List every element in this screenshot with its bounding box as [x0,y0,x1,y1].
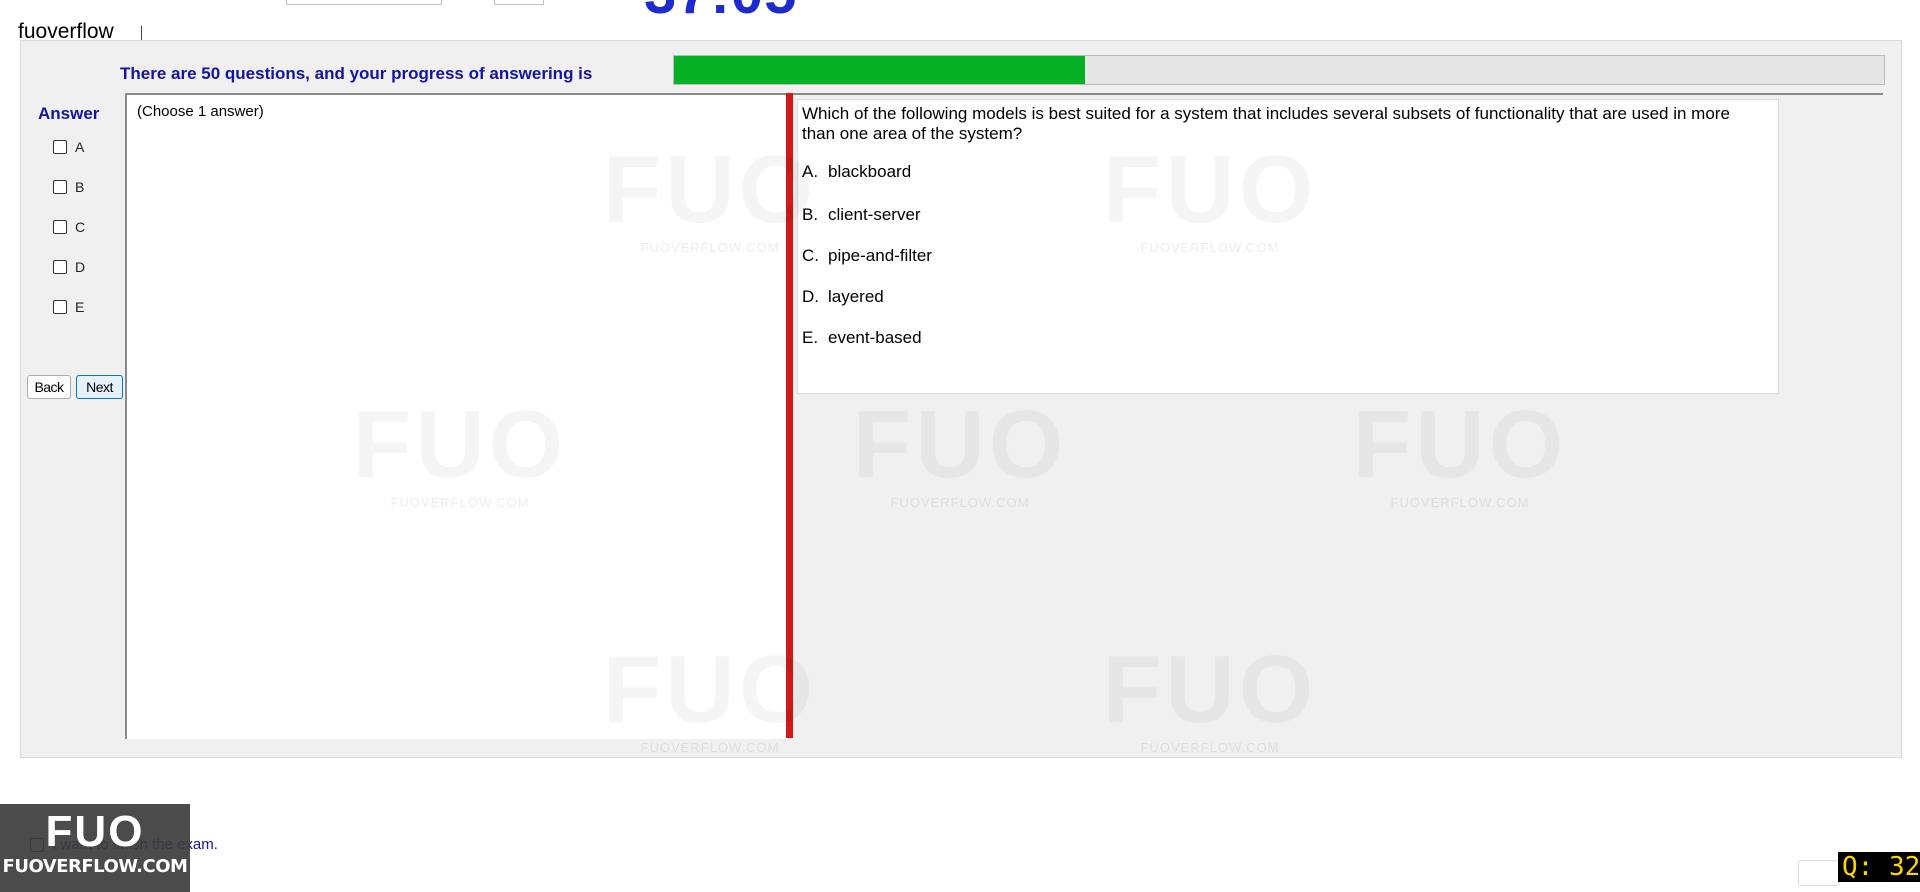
question-option-text: pipe-and-filter [828,246,932,265]
question-option-e: E. event-based [802,328,922,348]
answer-option-b[interactable]: B [53,179,84,195]
answer-checkbox-d[interactable] [53,260,67,274]
answer-title: Answer [38,104,100,123]
choose-hint: (Choose 1 answer) [137,103,264,120]
question-option-text: client-server [828,205,921,224]
back-button[interactable]: Back [27,375,71,399]
answer-option-label: D [75,259,86,275]
answer-option-label: E [75,299,85,315]
answer-option-d[interactable]: D [53,259,85,275]
progress-label: There are 50 questions, and your progres… [120,64,593,83]
answer-option-label: A [75,139,85,155]
answer-checkbox-c[interactable] [53,220,67,234]
top-dropdown-field[interactable] [286,0,442,5]
answer-option-a[interactable]: A [53,139,84,155]
question-option-text: event-based [828,328,922,347]
answer-checkbox-a[interactable] [53,140,67,154]
question-area: Which of the following models is best su… [793,93,1883,739]
answer-option-label: C [75,219,86,235]
question-option-c: C. pipe-and-filter [802,246,932,266]
question-option-text: blackboard [828,162,912,181]
question-option-letter: A. [802,162,819,181]
question-option-a: A. blackboard [802,162,911,182]
footer-small-button[interactable] [1798,860,1840,886]
question-option-letter: B. [802,205,819,224]
question-box: Which of the following models is best su… [797,99,1779,394]
question-option-b: B. client-server [802,205,921,225]
answer-checkbox-e[interactable] [53,300,67,314]
question-option-letter: E. [802,328,819,347]
question-option-text: layered [828,287,884,306]
progress-bar [673,55,1885,85]
question-option-letter: D. [802,287,819,306]
answer-option-c[interactable]: C [53,219,85,235]
top-small-field[interactable] [494,0,544,5]
logo-site: FUOVERFLOW.COM [2,856,188,877]
question-counter: Q: 32 [1838,852,1920,882]
panel-divider[interactable] [786,93,793,738]
next-button[interactable]: Next [76,375,123,399]
answer-option-e[interactable]: E [53,299,84,315]
answer-checkbox-b[interactable] [53,180,67,194]
fuoverflow-logo: FUO FUOVERFLOW.COM [0,804,190,892]
answer-panel[interactable]: (Choose 1 answer) [125,93,787,739]
question-option-d: D. layered [802,287,884,307]
question-option-letter: C. [802,246,819,265]
progress-bar-fill [674,56,1086,84]
exam-timer: 37:05 [644,0,797,27]
question-text: Which of the following models is best su… [802,104,1730,143]
logo-mark: FUO [45,807,145,856]
answer-option-label: B [75,179,85,195]
